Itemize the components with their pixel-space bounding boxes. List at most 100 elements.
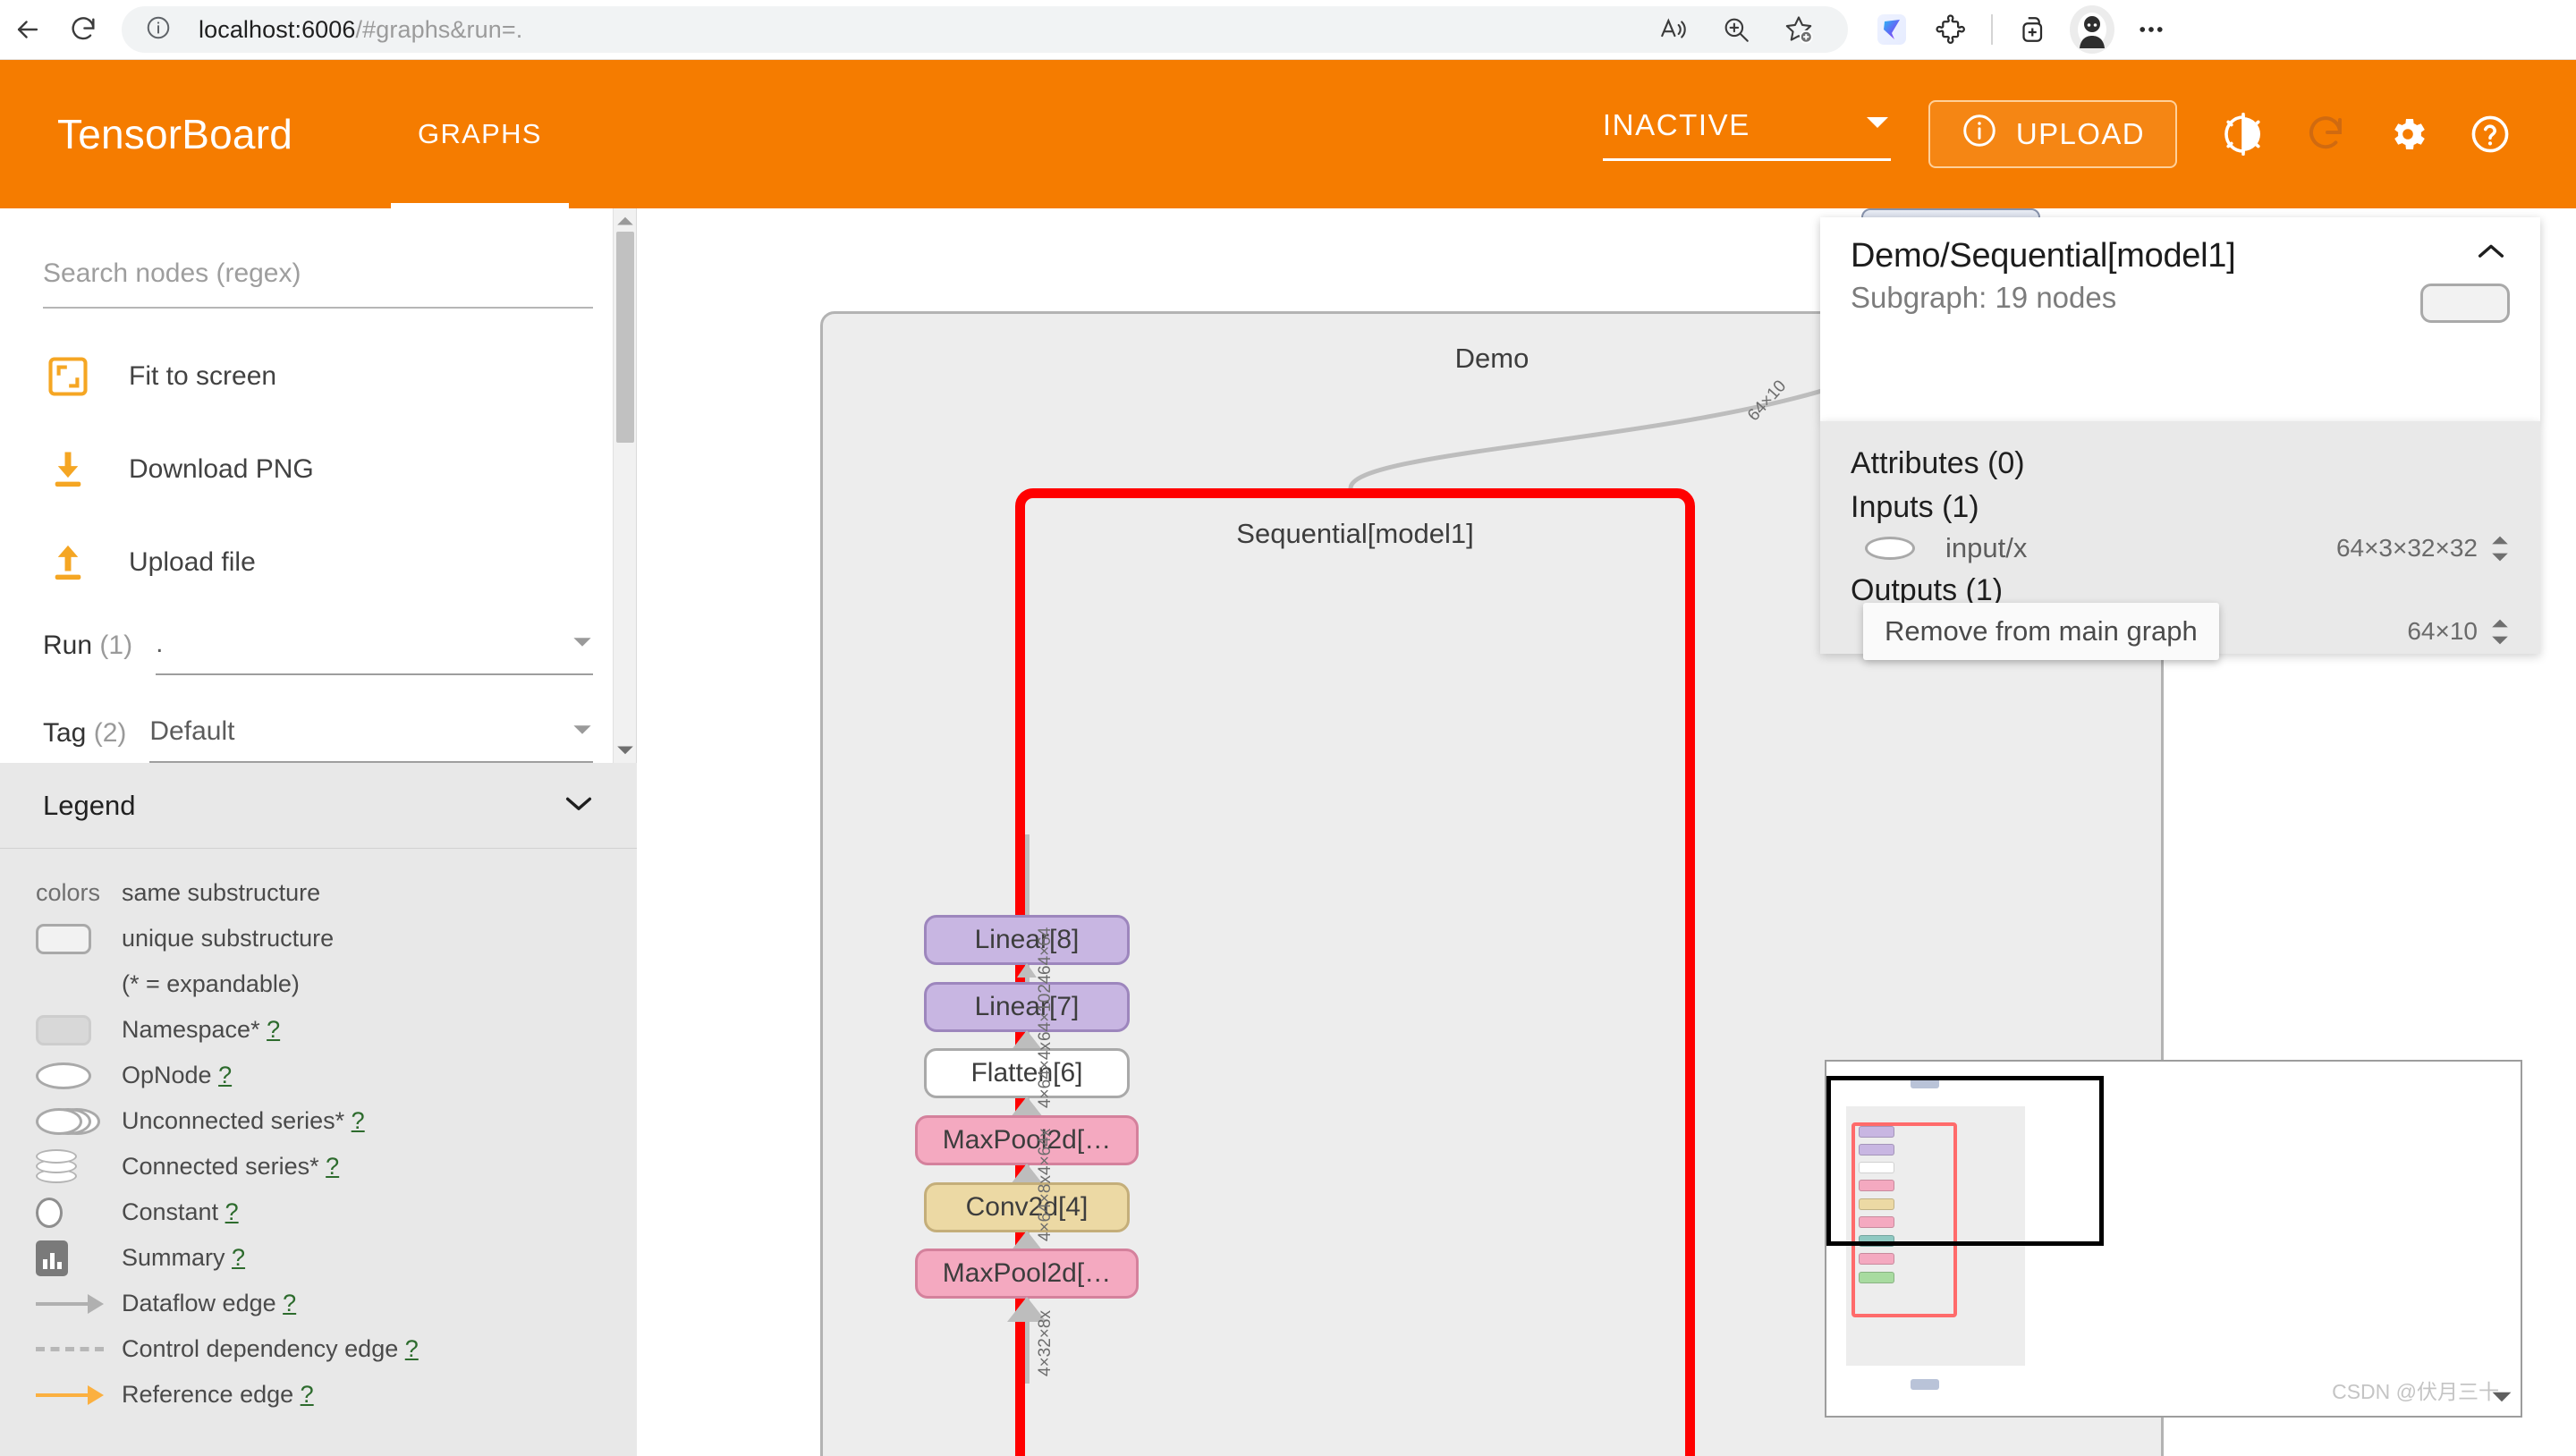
chevron-down-icon: [572, 723, 593, 741]
node-info-panel: Demo/Sequential[model1] Subgraph: 19 nod…: [1820, 217, 2540, 421]
legend-unconnected-text: Unconnected series*: [122, 1107, 345, 1134]
graph-group-sequential-label: Sequential[model1]: [1236, 518, 1474, 549]
graph-edge-label: 4×64×8x: [1036, 1175, 1055, 1241]
settings-gear-icon[interactable]: [2374, 100, 2442, 168]
input-stepper[interactable]: [2490, 534, 2510, 563]
add-favorite-icon[interactable]: [1773, 4, 1825, 55]
browser-toolbar: localhost:6006/#graphs&run=.: [0, 0, 2576, 60]
legend-item-colors: colors same substructure: [0, 870, 637, 916]
tab-graphs[interactable]: GRAPHS: [391, 60, 569, 208]
help-link-icon[interactable]: ?: [301, 1381, 314, 1408]
scroll-up-arrow[interactable]: [614, 208, 636, 232]
run-label-text: Run: [43, 631, 93, 660]
inputs-heading: Inputs (1): [1851, 490, 1979, 524]
tag-select-row: Tag (2) Default: [43, 716, 593, 763]
edge-label-demo: 64×10: [1744, 377, 1791, 426]
input-row[interactable]: input/x 64×3×32×32: [1851, 532, 2510, 564]
run-status-selector[interactable]: INACTIVE: [1602, 108, 1891, 161]
help-link-icon[interactable]: ?: [352, 1107, 365, 1134]
run-count: (1): [99, 631, 133, 660]
minimap-node-output: [1911, 1379, 1939, 1390]
minimap-viewport-rect[interactable]: [1826, 1076, 2104, 1246]
chevron-down-icon: [572, 635, 593, 654]
minimap-node: [1859, 1272, 1894, 1283]
help-link-icon[interactable]: ?: [283, 1290, 296, 1316]
legend-label-opnode: OpNode ?: [122, 1062, 232, 1089]
scroll-down-arrow[interactable]: [2490, 1390, 2513, 1409]
help-link-icon[interactable]: ?: [405, 1335, 419, 1362]
upload-button-label: UPLOAD: [2015, 117, 2145, 150]
node-type-chip: [2420, 284, 2510, 323]
brightness-icon[interactable]: [2209, 100, 2277, 168]
legend-item-dataflow-edge: Dataflow edge ?: [0, 1281, 637, 1326]
legend-label-unique-substructure: unique substructure: [122, 925, 335, 952]
graph-node-conv2d4[interactable]: Conv2d[4]: [924, 1182, 1130, 1232]
search-input[interactable]: [43, 251, 593, 309]
legend-colors-label: colors: [36, 879, 101, 906]
graph-edge-arrow: [1017, 963, 1037, 978]
site-info-icon[interactable]: [145, 14, 172, 46]
upload-file-button[interactable]: Upload file: [43, 538, 593, 588]
run-select-label: Run (1): [43, 631, 132, 675]
graph-edge: [1025, 834, 1030, 915]
legend-title: Legend: [43, 789, 136, 821]
legend-item-connected-series: Connected series* ?: [0, 1144, 637, 1189]
help-icon[interactable]: [2456, 100, 2524, 168]
help-link-icon[interactable]: ?: [232, 1244, 245, 1271]
download-png-button[interactable]: Download PNG: [43, 444, 593, 495]
tag-select-field[interactable]: Default: [149, 716, 593, 763]
profile-avatar[interactable]: [2066, 4, 2118, 55]
collapse-chevron-up-icon[interactable]: [2476, 241, 2506, 265]
legend-header[interactable]: Legend: [0, 763, 637, 849]
sidebar-scrollbar[interactable]: [613, 208, 636, 763]
help-link-icon[interactable]: ?: [326, 1153, 339, 1180]
read-aloud-icon[interactable]: [1648, 4, 1699, 55]
copilot-icon[interactable]: [1866, 4, 1918, 55]
tensorboard-header: TensorBoard GRAPHS INACTIVE UPLOAD: [0, 60, 2576, 208]
graph-node-linear8[interactable]: Linear[8]: [924, 915, 1130, 965]
legend-item-namespace: Namespace* ?: [0, 1007, 637, 1053]
chevron-down-icon[interactable]: [564, 793, 594, 817]
fit-to-screen-button[interactable]: Fit to screen: [43, 351, 593, 402]
legend-control-text: Control dependency edge: [122, 1335, 399, 1362]
upload-file-label: Upload file: [129, 547, 256, 577]
watermark-text: CSDN @伏月三十: [2332, 1380, 2499, 1403]
output-stepper[interactable]: [2490, 617, 2510, 647]
output-shape: 64×10: [2407, 617, 2478, 645]
run-select-field[interactable]: .: [156, 629, 593, 675]
url-text: localhost:6006/#graphs&run=.: [199, 15, 523, 43]
settings-more-icon[interactable]: [2125, 4, 2177, 55]
address-bar[interactable]: localhost:6006/#graphs&run=.: [122, 6, 1848, 53]
upload-icon: [43, 538, 93, 588]
download-png-label: Download PNG: [129, 454, 314, 484]
graph-node-flatten6[interactable]: Flatten[6]: [924, 1048, 1130, 1098]
help-link-icon[interactable]: ?: [267, 1016, 280, 1043]
help-link-icon[interactable]: ?: [225, 1198, 239, 1225]
graph-group-sequential[interactable]: Sequential[model1]: [1015, 488, 1695, 1456]
zoom-icon[interactable]: [1710, 4, 1762, 55]
legend-colors-text: colors: [23, 879, 122, 907]
extensions-icon[interactable]: [1925, 4, 1977, 55]
reload-button[interactable]: [55, 2, 111, 57]
graph-minimap[interactable]: CSDN @伏月三十: [1825, 1060, 2522, 1418]
help-link-icon[interactable]: ?: [218, 1062, 232, 1088]
split-screen-icon[interactable]: [2007, 4, 2059, 55]
legend-label-control-edge: Control dependency edge ?: [122, 1335, 419, 1363]
graph-node-maxpool2d[interactable]: MaxPool2d[…: [915, 1115, 1139, 1165]
refresh-icon[interactable]: [2292, 100, 2360, 168]
graph-node-linear7[interactable]: Linear[7]: [924, 982, 1130, 1032]
back-button[interactable]: [0, 2, 55, 57]
scrollbar-thumb[interactable]: [616, 232, 634, 443]
legend-constant-text: Constant: [122, 1198, 219, 1225]
series-connected-icon: [23, 1148, 122, 1185]
tag-label-text: Tag: [43, 718, 87, 748]
remove-from-main-graph-tooltip[interactable]: Remove from main graph: [1863, 603, 2219, 660]
upload-button[interactable]: UPLOAD: [1928, 100, 2177, 168]
graph-node-maxpool2d[interactable]: MaxPool2d[…: [915, 1249, 1139, 1299]
legend-label-connected-series: Connected series* ?: [122, 1153, 339, 1181]
legend-item-control-edge: Control dependency edge ?: [0, 1326, 637, 1372]
legend-label-reference-edge: Reference edge ?: [122, 1381, 314, 1409]
scroll-down-arrow[interactable]: [614, 740, 636, 763]
legend-opnode-text: OpNode: [122, 1062, 212, 1088]
node-info-title: Demo/Sequential[model1]: [1851, 237, 2236, 275]
